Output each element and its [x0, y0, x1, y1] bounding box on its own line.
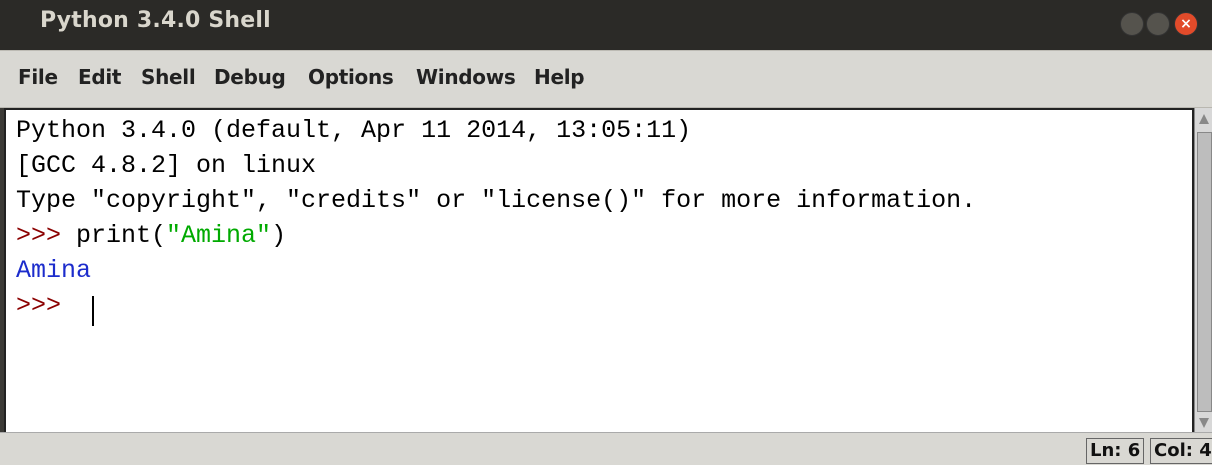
- window-title: Python 3.4.0 Shell: [40, 8, 271, 33]
- scroll-up-icon[interactable]: [1196, 108, 1212, 130]
- scroll-down-icon[interactable]: [1196, 412, 1212, 434]
- menu-bar: File Edit Shell Debug Options Windows He…: [0, 50, 1212, 108]
- vertical-scrollbar[interactable]: [1194, 108, 1212, 434]
- scrollbar-thumb[interactable]: [1197, 132, 1212, 412]
- shell-current-prompt: >>>: [16, 291, 77, 320]
- shell-help-line: Type "copyright", "credits" or "license(…: [16, 186, 977, 215]
- code-token: print(: [76, 221, 167, 250]
- menu-edit[interactable]: Edit: [78, 65, 122, 89]
- title-bar: Python 3.4.0 Shell ×: [0, 0, 1212, 50]
- shell-platform-line: [GCC 4.8.2] on linux: [16, 151, 317, 180]
- text-caret: [92, 296, 94, 326]
- maximize-icon[interactable]: [1146, 12, 1170, 36]
- menu-help[interactable]: Help: [534, 65, 585, 89]
- menu-file[interactable]: File: [18, 65, 58, 89]
- shell-banner-line: Python 3.4.0 (default, Apr 11 2014, 13:0…: [16, 116, 692, 145]
- code-token: ): [271, 221, 287, 250]
- close-icon[interactable]: ×: [1174, 12, 1198, 36]
- shell-text-area[interactable]: Python 3.4.0 (default, Apr 11 2014, 13:0…: [4, 108, 1194, 434]
- menu-debug[interactable]: Debug: [214, 65, 286, 89]
- string-literal: "Amina": [166, 221, 272, 250]
- minimize-icon[interactable]: [1120, 12, 1144, 36]
- shell-output-line: Amina: [16, 256, 92, 285]
- line-number-status: Ln: 6: [1086, 438, 1145, 464]
- menu-options[interactable]: Options: [308, 65, 394, 89]
- column-number-status: Col: 4: [1150, 438, 1212, 464]
- menu-shell[interactable]: Shell: [141, 65, 196, 89]
- shell-prompt: >>>: [16, 221, 77, 250]
- status-bar: Ln: 6 Col: 4: [0, 432, 1212, 465]
- menu-windows[interactable]: Windows: [416, 65, 516, 89]
- shell-input-line: >>> print("Amina"): [16, 221, 286, 250]
